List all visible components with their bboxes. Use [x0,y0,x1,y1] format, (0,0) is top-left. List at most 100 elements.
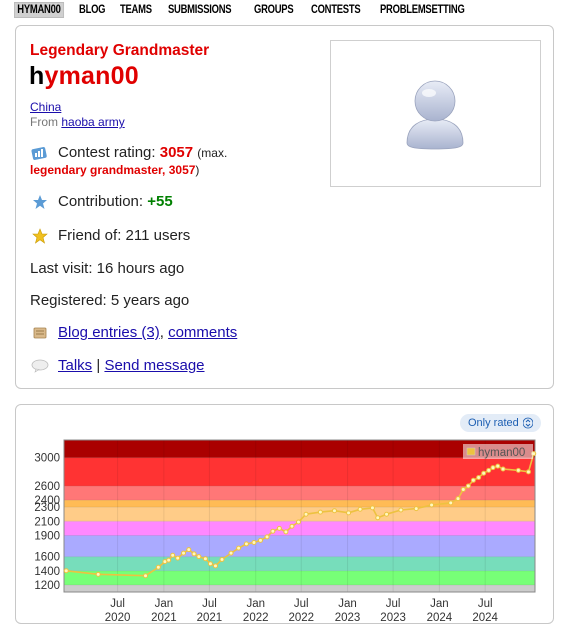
data-point [500,466,506,472]
contribution-row: Contribution: +55 [30,193,173,210]
data-point [481,470,487,476]
country-link[interactable]: China [30,100,61,114]
data-point [460,486,466,492]
data-point [63,568,69,574]
data-point [476,474,482,480]
x-tick-year-6: 2023 [380,612,406,623]
x-tick-label-4: Jul [294,598,309,610]
blog-row: Blog entries (3), comments [30,324,237,341]
max-suffix: ) [195,163,200,177]
nav-item-groups[interactable]: GROUPS [254,4,294,16]
data-point [186,547,192,553]
nav-item-profile[interactable]: HYMAN00 [14,2,64,18]
rating-band-6 [64,500,535,508]
star-gold-icon [30,227,50,244]
data-point [95,571,101,577]
top-nav: HYMAN00 BLOG TEAMS SUBMISSIONS GROUPS CO… [14,2,492,18]
rating-band-0 [64,584,535,592]
data-point [236,545,242,551]
data-point [219,556,225,562]
data-point [455,496,461,502]
legend-label: hyman00 [478,447,525,459]
nav-item-submissions[interactable]: SUBMISSIONS [168,4,232,16]
x-tick-year-7: 2024 [427,612,453,623]
rating-chart: 120014001600190021002300240026003000Jul2… [34,439,537,623]
data-point [228,550,234,556]
data-point [196,554,202,560]
rating-label: Contest rating: [58,144,156,161]
handle-rest: yman00 [44,62,139,90]
data-point [170,552,176,558]
x-tick-label-5: Jan [338,598,357,610]
rating-band-2 [64,556,535,571]
data-point [202,556,208,562]
data-point [384,511,390,517]
talks-link[interactable]: Talks [58,357,92,374]
x-tick-year-2: 2021 [197,612,223,623]
avatar-frame [330,40,541,187]
blog-entries-link[interactable]: Blog entries (3) [58,324,160,341]
data-point [212,563,218,569]
chat-bubble-icon [30,359,50,373]
x-tick-year-4: 2022 [288,612,314,623]
y-tick-label-6: 2400 [34,495,60,507]
star-blue-icon [30,194,50,210]
data-point [181,550,187,556]
organization-link[interactable]: haoba army [61,115,124,129]
nav-item-contests[interactable]: CONTESTS [311,4,361,16]
data-point [357,506,363,512]
talks-separator: | [96,357,101,374]
comments-link[interactable]: comments [168,324,237,341]
rating-band-8 [64,457,535,486]
rank-title: Legendary Grandmaster [30,42,210,59]
nav-item-blog[interactable]: BLOG [79,4,106,16]
data-point [490,465,496,471]
contest-rating-row: Contest rating: 3057 (max. [30,144,227,161]
x-tick-label-2: Jul [202,598,217,610]
contribution-label: Contribution: [58,193,144,210]
from-label: From [30,115,58,129]
friend-of-text: Friend of: 211 users [58,227,191,244]
data-point [270,528,276,534]
data-point [251,540,257,546]
data-point [155,564,161,570]
data-point [143,573,149,579]
y-tick-label-4: 2100 [34,516,60,528]
y-tick-label-3: 1900 [34,530,60,542]
organization: From haoba army [30,115,125,129]
x-tick-year-8: 2024 [472,612,498,623]
blog-separator: , [159,324,164,341]
talks-row: Talks | Send message [30,357,205,374]
data-point [398,507,404,513]
data-point [486,467,492,473]
contribution-value: +55 [147,193,173,210]
handle-first-letter: h [29,62,45,90]
max-rating-detail: legendary grandmaster, 3057 [30,163,196,177]
data-point [495,463,501,469]
user-handle: hyman00 [29,62,139,91]
blog-scroll-icon [30,326,50,340]
data-point [207,561,213,567]
nav-item-teams[interactable]: TEAMS [120,4,152,16]
rating-band-3 [64,535,535,557]
data-point [375,515,381,521]
x-tick-year-0: 2020 [105,612,131,623]
data-point [276,525,282,531]
data-point [283,529,289,535]
x-tick-label-3: Jan [246,598,265,610]
data-point [166,557,172,563]
data-point [429,502,435,508]
data-point [258,537,264,543]
max-rating-line: legendary grandmaster, 3057) [30,163,199,177]
rating-band-1 [64,570,535,585]
send-message-link[interactable]: Send message [104,357,204,374]
y-tick-label-8: 3000 [34,453,60,465]
data-point [331,508,337,514]
y-tick-label-2: 1600 [34,552,60,564]
nav-item-problemsetting[interactable]: PROBLEMSETTING [380,4,465,16]
y-tick-label-1: 1400 [34,566,60,578]
data-point [413,506,419,512]
x-tick-label-1: Jan [155,598,174,610]
data-point [525,469,531,475]
x-tick-label-6: Jul [386,598,401,610]
